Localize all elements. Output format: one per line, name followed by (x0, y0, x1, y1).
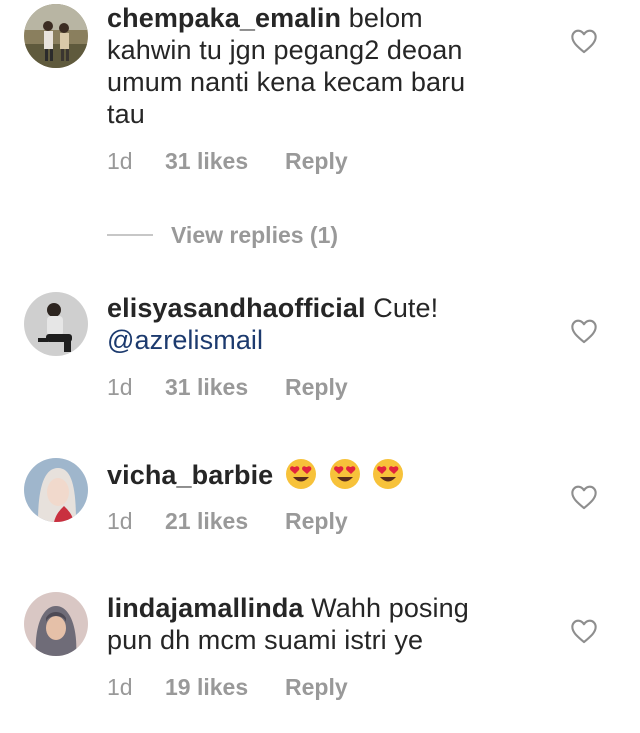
timestamp: 1d (107, 148, 133, 174)
comment-text-line: belom (348, 3, 423, 33)
divider-line (107, 234, 153, 236)
heart-outline-icon[interactable] (570, 28, 598, 54)
reply-button[interactable]: Reply (285, 148, 348, 175)
hijab-woman-avatar-icon (24, 592, 88, 656)
comment-item: vicha_barbie 1d 21 likes Reply (0, 456, 640, 556)
comment-text-line: kahwin tu jgn pegang2 deoan (107, 35, 463, 65)
username[interactable]: chempaka_emalin (107, 3, 341, 33)
reply-button[interactable]: Reply (285, 374, 348, 401)
comment-text-line: Cute! (373, 293, 439, 323)
likes-count[interactable]: 31 likes (165, 148, 285, 175)
comment-meta: 1d 31 likes Reply (107, 148, 348, 175)
woman-sitting-avatar-icon (24, 292, 88, 356)
reply-button[interactable]: Reply (285, 508, 348, 535)
view-replies-label: View replies (1) (171, 221, 339, 248)
mention-link[interactable]: @azrelismail (107, 325, 263, 355)
comment-meta: 1d 31 likes Reply (107, 374, 348, 401)
likes-count[interactable]: 21 likes (165, 508, 285, 535)
reply-button[interactable]: Reply (285, 674, 348, 701)
comment-text-line: pun dh mcm suami istri ye (107, 625, 424, 655)
avatar[interactable] (24, 592, 88, 656)
comment-text-line: umum nanti kena kecam baru (107, 67, 466, 97)
comment-item: elisyasandhaofficial Cute! @azrelismail … (0, 290, 640, 410)
heart-outline-icon[interactable] (570, 618, 598, 644)
comment-text-line: tau (107, 99, 145, 129)
heart-outline-icon[interactable] (570, 318, 598, 344)
heart-eyes-emoji-icon (373, 459, 404, 489)
timestamp: 1d (107, 508, 133, 534)
timestamp: 1d (107, 674, 133, 700)
username[interactable]: lindajamallinda (107, 593, 304, 623)
username[interactable]: elisyasandhaofficial (107, 293, 366, 323)
avatar[interactable] (24, 292, 88, 356)
timestamp: 1d (107, 374, 133, 400)
comment-text-line: Wahh posing (311, 593, 469, 623)
avatar[interactable] (24, 458, 88, 522)
likes-count[interactable]: 19 likes (165, 674, 285, 701)
comment-meta: 1d 19 likes Reply (107, 674, 348, 701)
comment-text: lindajamallinda Wahh posing pun dh mcm s… (107, 592, 497, 656)
comment-item: lindajamallinda Wahh posing pun dh mcm s… (0, 590, 640, 733)
heart-eyes-emoji-icon (285, 459, 316, 489)
comment-text: vicha_barbie (107, 458, 497, 491)
username[interactable]: vicha_barbie (107, 460, 273, 490)
heart-outline-icon[interactable] (570, 484, 598, 510)
outdoor-photo-avatar-icon (24, 4, 88, 68)
likes-count[interactable]: 31 likes (165, 374, 285, 401)
heart-eyes-emoji-icon (329, 459, 360, 489)
avatar[interactable] (24, 4, 88, 68)
view-replies-button[interactable]: View replies (1) (107, 220, 338, 250)
woman-portrait-avatar-icon (24, 458, 88, 522)
comment-meta: 1d 21 likes Reply (107, 508, 348, 535)
comment-text: elisyasandhaofficial Cute! @azrelismail (107, 292, 497, 356)
comment-text: chempaka_emalin belom kahwin tu jgn pega… (107, 2, 497, 130)
comment-item: chempaka_emalin belom kahwin tu jgn pega… (0, 0, 640, 210)
